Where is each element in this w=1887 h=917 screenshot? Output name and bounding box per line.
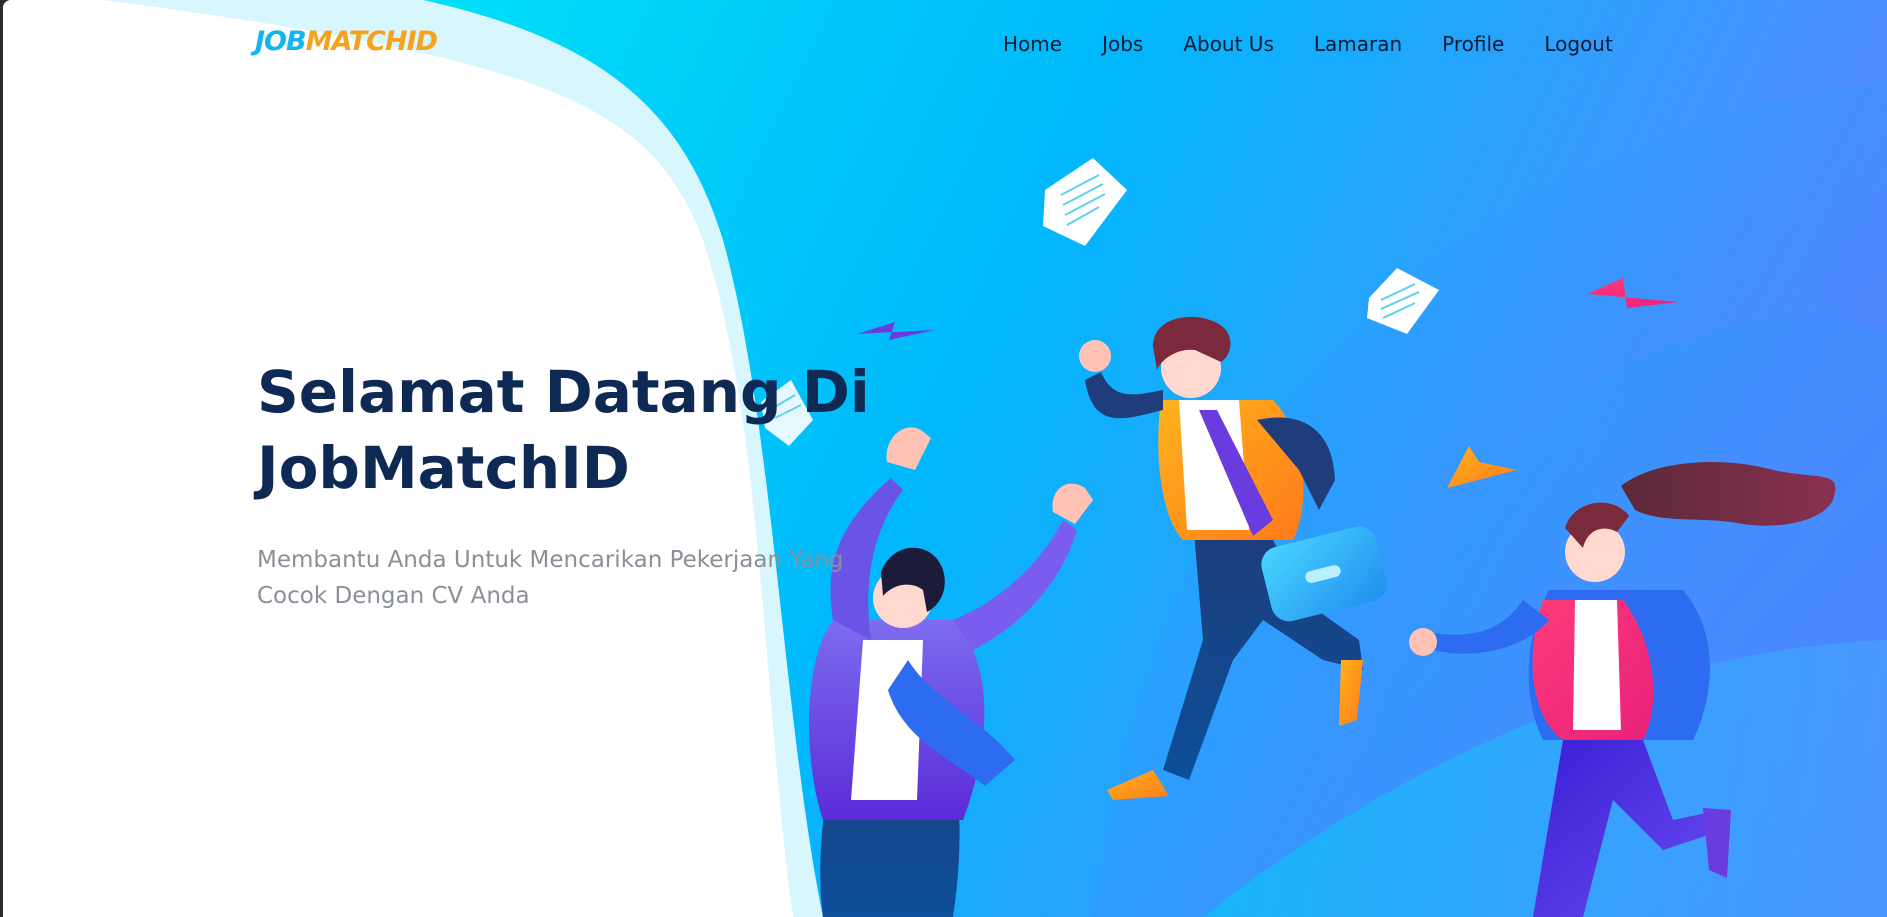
logo-part-job: JOB — [255, 26, 307, 57]
nav-about-us-link[interactable]: About Us — [1183, 32, 1274, 56]
hero-title-line2: JobMatchID — [257, 434, 630, 502]
nav-home-link[interactable]: Home — [1003, 32, 1062, 56]
logo-part-matchid: MATCHID — [305, 26, 438, 57]
brand-logo[interactable]: JOBMATCHID — [255, 26, 438, 57]
main-nav: Home Jobs About Us Lamaran Profile Logou… — [1003, 32, 1613, 56]
nav-profile-link[interactable]: Profile — [1442, 32, 1504, 56]
nav-lamaran-link[interactable]: Lamaran — [1314, 32, 1402, 56]
hero-title: Selamat Datang Di JobMatchID — [257, 354, 897, 506]
landing-page: JOBMATCHID Home Jobs About Us Lamaran Pr… — [3, 0, 1887, 917]
hero-subtitle-line2: Cocok Dengan CV Anda — [257, 583, 530, 609]
hero-subtitle-line1: Membantu Anda Untuk Mencarikan Pekerjaan… — [257, 547, 844, 573]
hero-subtitle: Membantu Anda Untuk Mencarikan Pekerjaan… — [257, 542, 907, 614]
nav-jobs-link[interactable]: Jobs — [1102, 32, 1143, 56]
nav-logout-link[interactable]: Logout — [1544, 32, 1612, 56]
hero-title-line1: Selamat Datang Di — [257, 358, 870, 426]
